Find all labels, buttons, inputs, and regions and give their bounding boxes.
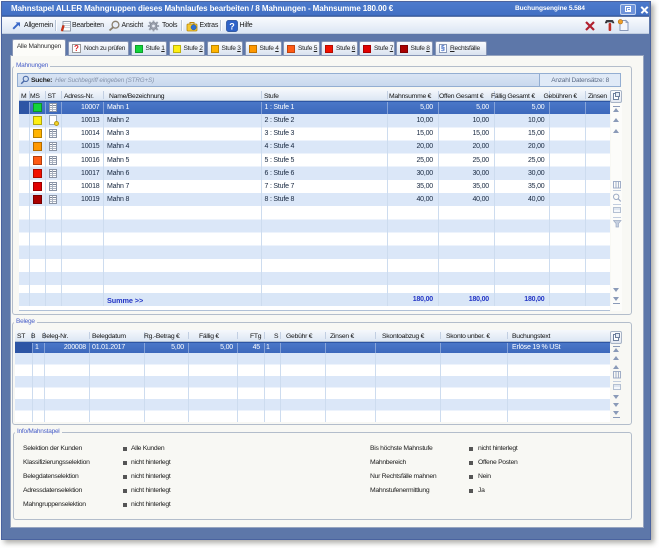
svg-text:?: ? <box>229 21 235 31</box>
